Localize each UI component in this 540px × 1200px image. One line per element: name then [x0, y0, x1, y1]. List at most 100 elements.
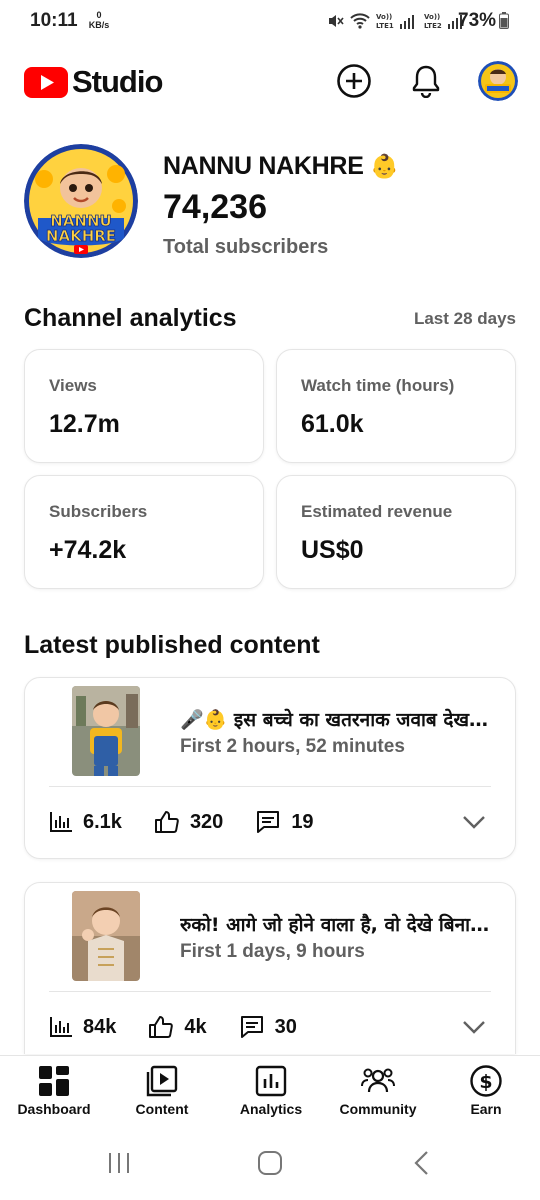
- wifi-icon: [350, 13, 370, 29]
- youtube-logo-icon: [24, 66, 68, 98]
- analytics-section-title: Channel analytics: [24, 304, 237, 332]
- views-stat: 6.1k: [49, 811, 122, 834]
- chevron-down-icon[interactable]: [461, 809, 487, 835]
- metric-card-subscribers[interactable]: Subscribers +74.2k: [24, 475, 264, 589]
- bell-icon: [412, 65, 440, 98]
- likes-value: 320: [189, 810, 224, 833]
- metric-value: US$0: [301, 536, 364, 564]
- thumbnail-image: [72, 686, 140, 776]
- status-bar: 10:11 0 KB/s Vo)) LTE1 Vo)) LTE2 73%: [0, 0, 540, 44]
- divider: [49, 786, 491, 787]
- app-name: Studio: [72, 64, 163, 99]
- studio-logo[interactable]: Studio: [24, 64, 163, 100]
- bottom-navigation: Dashboard Content Analytics Community $ …: [0, 1055, 540, 1127]
- avatar-text-line2: NAKHRE: [46, 227, 116, 245]
- app-header: Studio: [0, 48, 540, 114]
- comment-icon: [257, 811, 280, 833]
- subscriber-label: Total subscribers: [163, 236, 329, 258]
- bar-chart-icon: [50, 1017, 72, 1037]
- notifications-button[interactable]: [406, 61, 446, 101]
- metric-label: Views: [49, 376, 97, 395]
- nav-content[interactable]: Content: [112, 1064, 212, 1126]
- thumbnail-image: [72, 891, 140, 981]
- comment-icon: [240, 1016, 263, 1038]
- earn-icon: $: [470, 1065, 502, 1097]
- svg-text:$: $: [479, 1071, 492, 1093]
- metric-value: 12.7m: [49, 410, 120, 438]
- thumbs-up-icon: [149, 1016, 174, 1038]
- metric-card-views[interactable]: Views 12.7m: [24, 349, 264, 463]
- svg-text:Vo)): Vo)): [376, 13, 392, 21]
- channel-header: NANNU NAKHRE NANNU NAKHRE 👶 74,236 Total…: [24, 144, 516, 264]
- video-card[interactable]: 🎤👶 इस बच्चे का खतरनाक जवाब देखकर सब हैरा…: [24, 677, 516, 859]
- home-button[interactable]: [250, 1147, 290, 1179]
- signal-sim1-icon: Vo))LTE1: [376, 13, 414, 30]
- channel-name-text: NANNU NAKHRE: [163, 152, 364, 180]
- net-speed: 0 KB/s: [88, 10, 110, 30]
- video-meta: First 1 days, 9 hours: [180, 941, 365, 962]
- status-time: 10:11: [30, 10, 78, 31]
- nav-community[interactable]: Community: [328, 1064, 428, 1126]
- video-thumbnail[interactable]: [72, 891, 140, 981]
- nav-label: Analytics: [239, 1101, 303, 1117]
- baby-emoji-icon: 👶: [370, 153, 399, 179]
- nav-label: Community: [339, 1101, 417, 1117]
- comments-stat: 19: [255, 810, 314, 834]
- comments-stat: 30: [239, 1015, 297, 1039]
- status-icons: Vo)) LTE1 Vo)) LTE2: [326, 8, 466, 34]
- nav-dashboard[interactable]: Dashboard: [4, 1064, 104, 1126]
- analytics-icon: [255, 1065, 287, 1097]
- thumbs-up-icon: [154, 811, 179, 833]
- recents-icon: [109, 1153, 129, 1173]
- channel-name: NANNU NAKHRE 👶: [163, 152, 399, 181]
- dashboard-icon: [39, 1066, 69, 1096]
- likes-stat: 320: [154, 810, 223, 834]
- latest-content-title: Latest published content: [24, 631, 320, 659]
- likes-stat: 4k: [148, 1015, 207, 1039]
- video-meta: First 2 hours, 52 minutes: [180, 736, 405, 757]
- chevron-down-icon[interactable]: [461, 1014, 487, 1040]
- video-card[interactable]: रुको! आगे जो होने वाला है, वो देखे बिना …: [24, 882, 516, 1054]
- nav-earn[interactable]: $ Earn: [436, 1064, 536, 1126]
- system-navigation: [0, 1127, 540, 1200]
- svg-text:LTE1: LTE1: [376, 22, 394, 30]
- views-value: 84k: [83, 1015, 117, 1038]
- video-title[interactable]: 🎤👶 इस बच्चे का खतरनाक जवाब देखकर सब हैरा…: [180, 706, 490, 732]
- channel-avatar-image: NANNU NAKHRE: [24, 144, 138, 258]
- recents-button[interactable]: [99, 1147, 139, 1179]
- channel-avatar[interactable]: NANNU NAKHRE: [24, 144, 138, 258]
- metric-card-watch-time[interactable]: Watch time (hours) 61.0k: [276, 349, 516, 463]
- metric-label: Estimated revenue: [301, 502, 453, 521]
- video-stats: 6.1k 320 19: [49, 808, 346, 836]
- battery-icon: [499, 12, 509, 29]
- metric-label: Watch time (hours): [301, 376, 455, 395]
- views-stat: 84k: [49, 1016, 116, 1039]
- metric-label: Subscribers: [49, 502, 148, 521]
- avatar-image-icon: [478, 61, 518, 101]
- net-speed-unit: KB/s: [88, 20, 110, 30]
- divider: [49, 991, 491, 992]
- back-button[interactable]: [402, 1147, 442, 1179]
- nav-analytics[interactable]: Analytics: [221, 1064, 321, 1126]
- create-button[interactable]: [334, 61, 374, 101]
- video-title[interactable]: रुको! आगे जो होने वाला है, वो देखे बिना …: [180, 911, 490, 937]
- content-icon: [146, 1065, 178, 1097]
- likes-value: 4k: [184, 1015, 207, 1038]
- back-icon: [414, 1151, 428, 1175]
- account-avatar[interactable]: [478, 61, 518, 101]
- metric-card-revenue[interactable]: Estimated revenue US$0: [276, 475, 516, 589]
- nav-label: Earn: [470, 1101, 502, 1117]
- community-icon: [361, 1068, 395, 1093]
- svg-text:Vo)): Vo)): [424, 13, 440, 21]
- comments-value: 19: [291, 810, 314, 833]
- video-stats: 84k 4k 30: [49, 1013, 329, 1041]
- nav-label: Dashboard: [17, 1101, 91, 1117]
- bar-chart-icon: [50, 812, 72, 832]
- comments-value: 30: [274, 1015, 297, 1038]
- video-thumbnail[interactable]: [72, 686, 140, 776]
- metric-value: +74.2k: [49, 536, 127, 564]
- mute-icon: [329, 15, 344, 27]
- home-icon: [258, 1151, 282, 1175]
- analytics-range[interactable]: Last 28 days: [414, 309, 516, 329]
- add-circle-icon: [337, 64, 371, 98]
